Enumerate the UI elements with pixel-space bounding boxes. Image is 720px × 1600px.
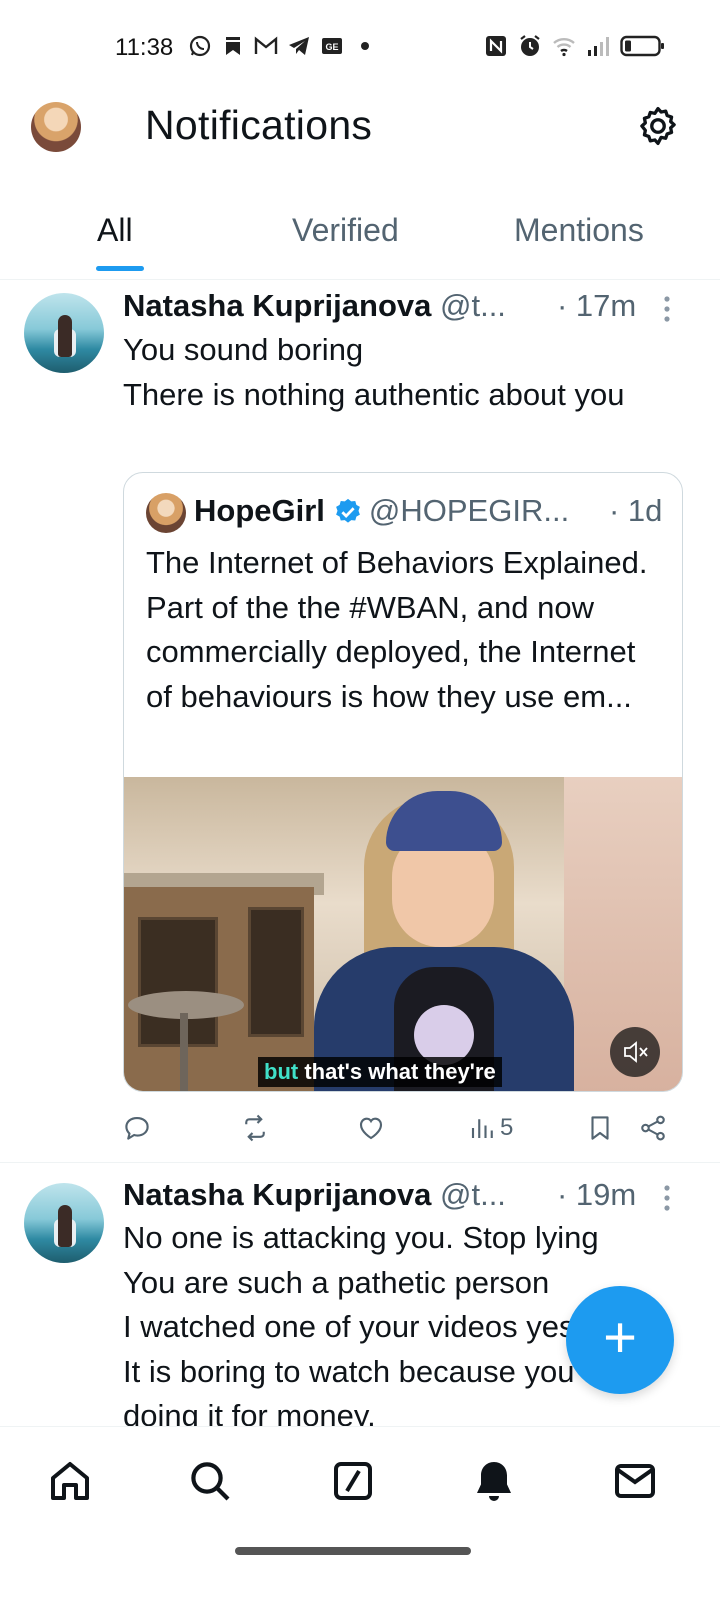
bookmark-icon	[591, 1116, 609, 1140]
tweet-author[interactable]: Natasha Kuprijanova @t...	[123, 288, 506, 324]
quoted-tweet[interactable]: HopeGirl @HOPEGIR... · 1d The Internet of…	[123, 472, 683, 1092]
tweet-text: You sound boring There is nothing authen…	[123, 332, 625, 412]
views-chart-icon	[471, 1119, 493, 1138]
views-count: 5	[500, 1114, 514, 1141]
video-player[interactable]: but that's what they're	[124, 777, 682, 1091]
views-button[interactable]: 5	[468, 1110, 513, 1146]
reply-button[interactable]	[122, 1110, 152, 1146]
video-person-headscarf	[386, 791, 502, 851]
quoted-author-name: HopeGirl	[194, 493, 325, 528]
quoted-author-avatar	[146, 493, 186, 533]
repost-icon	[245, 1114, 265, 1142]
search-icon[interactable]	[186, 1457, 234, 1505]
tweet-author-handle[interactable]: @t...	[440, 288, 506, 323]
quoted-timestamp: · 1d	[609, 493, 663, 528]
mail-icon[interactable]	[611, 1457, 659, 1505]
tweet-author-avatar[interactable]	[24, 1183, 104, 1263]
share-icon	[641, 1115, 665, 1141]
plus-icon: +	[603, 1305, 637, 1370]
tweet-author-name[interactable]: Natasha Kuprijanova	[123, 1177, 431, 1212]
tweet-author[interactable]: Natasha Kuprijanova @t...	[123, 1177, 506, 1213]
tweet-timestamp: · 17m	[557, 288, 637, 323]
more-options-icon[interactable]	[660, 1183, 674, 1213]
home-icon[interactable]	[46, 1457, 94, 1505]
mute-button[interactable]	[610, 1027, 660, 1077]
share-button[interactable]	[638, 1110, 668, 1146]
tweet-action-bar: 5	[0, 1110, 720, 1150]
video-cabinet-door	[248, 907, 304, 1037]
tweet-author-name[interactable]: Natasha Kuprijanova	[123, 288, 431, 323]
video-cabinet-door	[138, 917, 218, 1047]
reply-icon	[125, 1116, 149, 1140]
video-shirt-logo	[414, 1005, 474, 1065]
caption-text: that's what they're	[298, 1059, 496, 1084]
bookmark-button[interactable]	[585, 1110, 615, 1146]
caption-highlight-word: but	[264, 1059, 299, 1084]
video-stool-leg	[180, 1013, 188, 1091]
notification-tweet[interactable]: Natasha Kuprijanova @t... · 17m You soun…	[0, 0, 720, 1162]
heart-icon	[359, 1117, 383, 1140]
quoted-text: The Internet of Behaviors Explained. Par…	[146, 545, 648, 714]
quoted-author-handle: @HOPEGIR...	[368, 493, 570, 528]
bell-icon[interactable]	[470, 1457, 518, 1505]
tweet-author-avatar[interactable]	[24, 293, 104, 373]
compose-post-button[interactable]: +	[566, 1286, 674, 1394]
repost-button[interactable]	[240, 1110, 270, 1146]
like-button[interactable]	[356, 1110, 386, 1146]
tweet-timestamp: · 19m	[557, 1177, 637, 1212]
grok-icon[interactable]	[329, 1457, 377, 1505]
video-caption: but that's what they're	[258, 1057, 502, 1087]
gesture-navigation-bar[interactable]	[235, 1547, 471, 1555]
speaker-muted-icon	[624, 1041, 648, 1063]
more-options-icon[interactable]	[660, 294, 674, 324]
quoted-author: HopeGirl @HOPEGIR...	[194, 493, 569, 529]
bottom-navigation	[0, 1426, 720, 1600]
verified-badge-icon	[336, 498, 360, 523]
tweet-author-handle[interactable]: @t...	[440, 1177, 506, 1212]
